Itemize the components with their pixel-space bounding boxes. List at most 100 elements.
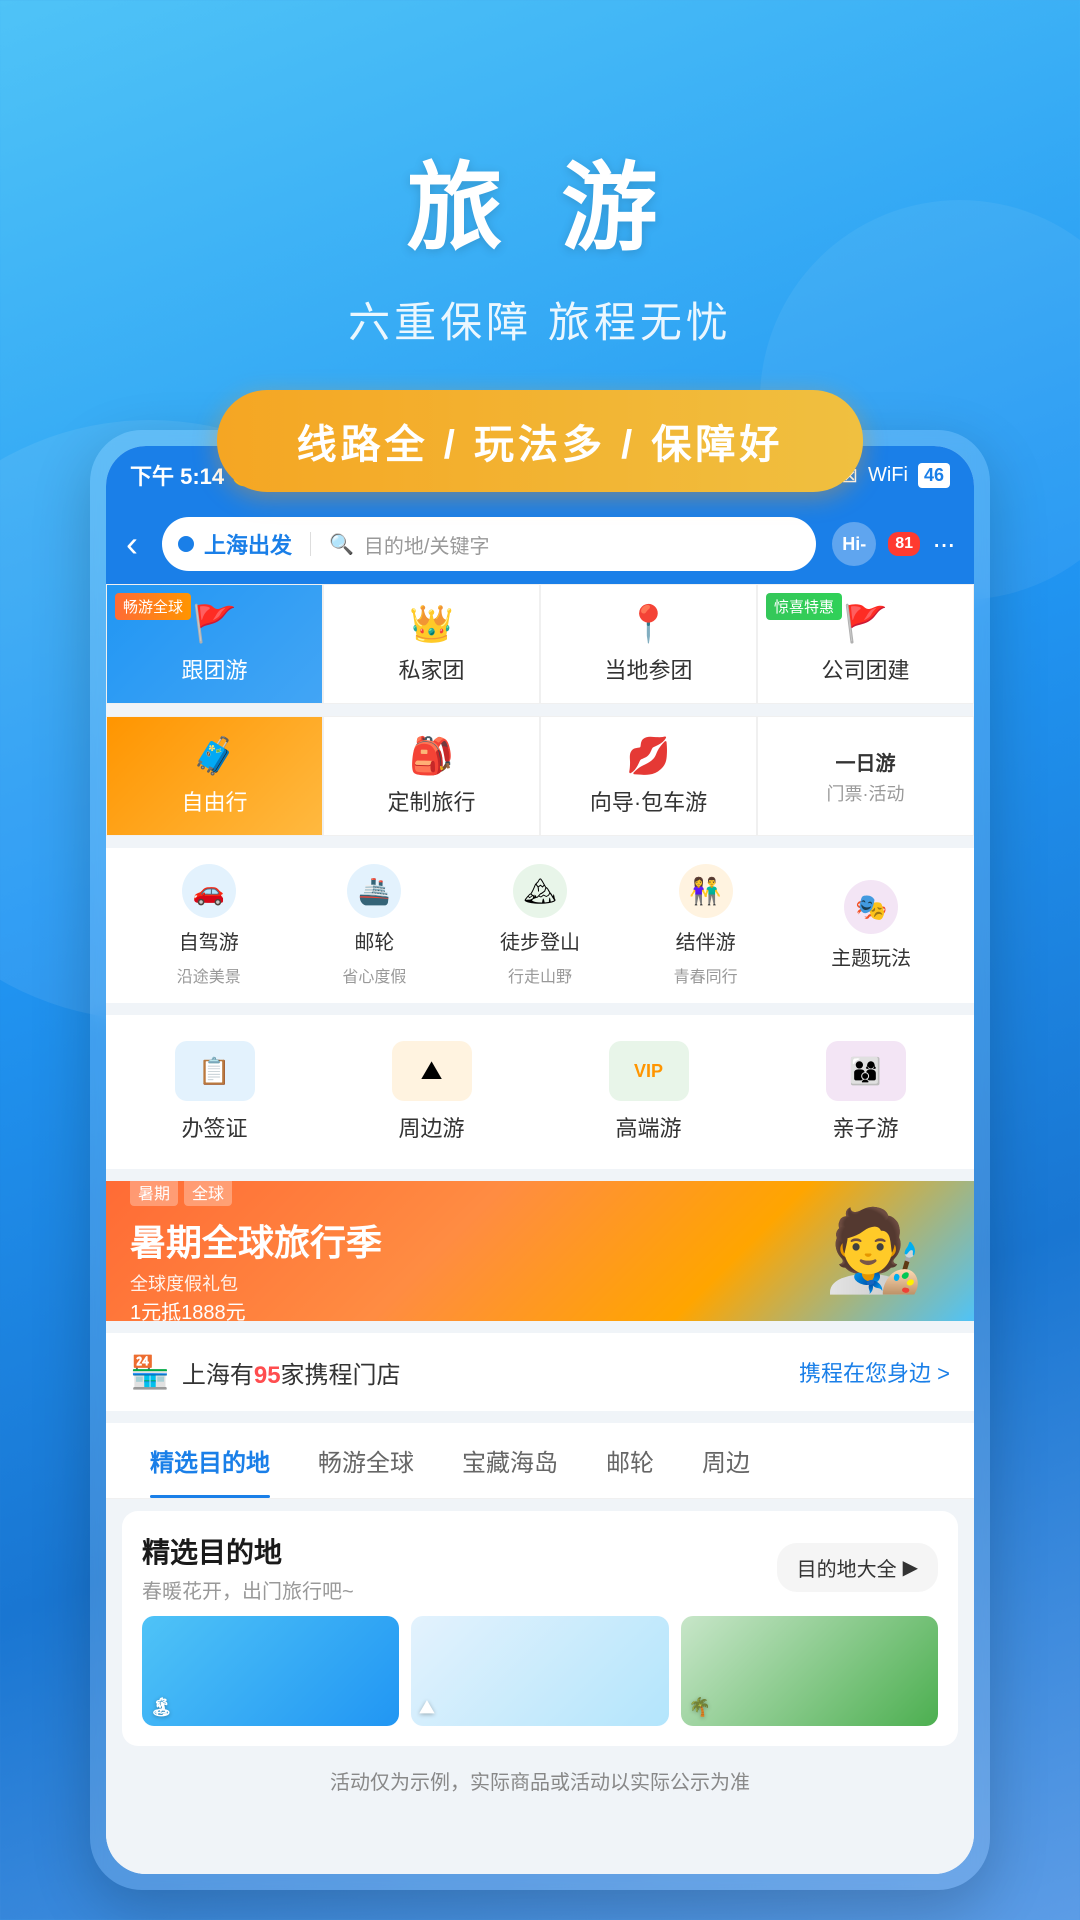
hero-title: 旅 游 [0, 130, 1080, 269]
cat-guide-tour[interactable]: 💋 向导·包车游 [540, 716, 757, 836]
service-row: 📋 办签证 ⛰ 周边游 VIP 高端游 👨‍👩‍👦 亲子游 [106, 1015, 974, 1169]
tab-global[interactable]: 畅游全球 [294, 1423, 438, 1498]
guide-tour-label: 向导·包车游 [590, 785, 707, 817]
tab-island[interactable]: 宝藏海岛 [438, 1423, 582, 1498]
daytrip-label2: 门票·活动 [827, 780, 905, 806]
tab-featured[interactable]: 精选目的地 [126, 1423, 294, 1498]
category-grid-row2: 🧳 自由行 🎒 定制旅行 💋 向导·包车游 一日游 门票·活动 [106, 716, 974, 836]
visa-icon: 📋 [175, 1041, 255, 1101]
avatar-icon[interactable]: Hi- [832, 522, 876, 566]
nearby-icon: ⛰ [392, 1041, 472, 1101]
featured-btn-icon: ▶ [903, 1555, 918, 1580]
hero-badge[interactable]: 线路全 / 玩法多 / 保障好 [217, 390, 864, 492]
tab-nearby[interactable]: 周边 [678, 1423, 774, 1498]
featured-section: 精选目的地 春暖花开，出门旅行吧~ 目的地大全 ▶ 🏝 [122, 1511, 958, 1746]
service-nearby[interactable]: ⛰ 周边游 [323, 1031, 540, 1153]
icon-drive[interactable]: 🚗 自驾游 沿途美景 [126, 864, 292, 987]
dest-card-1[interactable]: 🏝 [142, 1616, 399, 1726]
icon-hike[interactable]: 🏔 徒步登山 行走山野 [457, 864, 623, 987]
icon-row: 🚗 自驾游 沿途美景 🚢 邮轮 省心度假 🏔 徒步登山 行走山野 👫 结伴游 [106, 848, 974, 1003]
search-placeholder: 目的地/关键字 [364, 530, 490, 559]
phone-screen: 下午 5:14 🌙 ⊠ WiFi 46 ‹ 上海出发 🔍 目的地/关键字 Hi- [106, 446, 974, 1874]
featured-header: 精选目的地 春暖花开，出门旅行吧~ 目的地大全 ▶ [142, 1531, 938, 1604]
local-tour-label: 当地参团 [604, 653, 692, 685]
tabs-row: 精选目的地 畅游全球 宝藏海岛 邮轮 周边 [106, 1423, 974, 1499]
store-count: 95 [254, 1362, 281, 1389]
disclaimer: 活动仅为示例，实际商品或活动以实际公示为准 [106, 1746, 974, 1815]
more-button[interactable]: ··· [932, 528, 954, 560]
promo-tag-company: 惊喜特惠 [766, 593, 842, 620]
nav-bar: ‹ 上海出发 🔍 目的地/关键字 Hi- 81 ··· [106, 504, 974, 584]
companion-sublabel: 青春同行 [674, 963, 738, 987]
group-tour-icon: 🚩 [192, 603, 237, 645]
cat-group-tour[interactable]: 畅游全球 🚩 跟团游 [106, 584, 323, 704]
featured-btn-label: 目的地大全 [797, 1553, 897, 1582]
banner-tag-2: 全球 [184, 1181, 232, 1206]
banner-promo: 1元抵1888元 [130, 1296, 382, 1322]
dest-label-3: 🌴 [689, 1697, 711, 1718]
cat-custom-tour[interactable]: 🎒 定制旅行 [323, 716, 540, 836]
store-link-text: 携程在您身边 > [799, 1356, 950, 1388]
main-content[interactable]: 畅游全球 🚩 跟团游 👑 私家团 📍 当地参团 惊喜特惠 🚩 公司团建 [106, 584, 974, 1874]
store-link[interactable]: 携程在您身边 > [799, 1356, 950, 1388]
service-luxury[interactable]: VIP 高端游 [540, 1031, 757, 1153]
theme-icon: 🎭 [844, 880, 898, 934]
service-family[interactable]: 👨‍👩‍👦 亲子游 [757, 1031, 974, 1153]
guide-tour-icon: 💋 [626, 735, 671, 777]
service-visa[interactable]: 📋 办签证 [106, 1031, 323, 1153]
tab-cruise[interactable]: 邮轮 [582, 1423, 678, 1498]
cat-private-tour[interactable]: 👑 私家团 [323, 584, 540, 704]
icon-cruise[interactable]: 🚢 邮轮 省心度假 [292, 864, 458, 987]
search-box[interactable]: 上海出发 🔍 目的地/关键字 [162, 517, 816, 571]
store-icon: 🏪 [130, 1353, 170, 1391]
free-tour-label: 自由行 [181, 785, 247, 817]
banner-text: 暑期 全球 暑期全球旅行季 全球度假礼包 1元抵1888元 [130, 1181, 382, 1321]
cat-company-tour[interactable]: 惊喜特惠 🚩 公司团建 [757, 584, 974, 704]
featured-title: 精选目的地 [142, 1531, 354, 1571]
drive-label: 自驾游 [179, 926, 239, 955]
hike-icon: 🏔 [513, 864, 567, 918]
icon-companion[interactable]: 👫 结伴游 青春同行 [623, 864, 789, 987]
cartoon-icon: 🧑‍🎨 [824, 1204, 924, 1298]
dest-card-3[interactable]: 🌴 [681, 1616, 938, 1726]
dest-card-2[interactable]: ⛰ [411, 1616, 668, 1726]
private-tour-icon: 👑 [409, 603, 454, 645]
cat-daytrip[interactable]: 一日游 门票·活动 [757, 716, 974, 836]
icon-theme[interactable]: 🎭 主题玩法 [788, 880, 954, 971]
search-divider [310, 532, 311, 556]
location-icon [178, 536, 194, 552]
dest-bg-2: ⛰ [411, 1616, 668, 1726]
private-tour-label: 私家团 [398, 653, 464, 685]
dest-bg-3: 🌴 [681, 1616, 938, 1726]
banner-summer[interactable]: 暑期 全球 暑期全球旅行季 全球度假礼包 1元抵1888元 🧑‍🎨 [106, 1181, 974, 1321]
featured-header-left: 精选目的地 春暖花开，出门旅行吧~ [142, 1531, 354, 1604]
custom-tour-label: 定制旅行 [387, 785, 475, 817]
banner-tag-1: 暑期 [130, 1181, 178, 1206]
back-button[interactable]: ‹ [126, 523, 138, 565]
banner-image: 🧑‍🎨 [794, 1191, 954, 1311]
cat-local-tour[interactable]: 📍 当地参团 [540, 584, 757, 704]
cat-free-tour[interactable]: 🧳 自由行 [106, 716, 323, 836]
cruise-sublabel: 省心度假 [342, 963, 406, 987]
free-tour-icon: 🧳 [192, 735, 237, 777]
phone-mockup: 下午 5:14 🌙 ⊠ WiFi 46 ‹ 上海出发 🔍 目的地/关键字 Hi- [90, 430, 990, 1890]
departure-city: 上海出发 [204, 528, 292, 560]
featured-all-btn[interactable]: 目的地大全 ▶ [777, 1543, 938, 1592]
custom-tour-icon: 🎒 [409, 735, 454, 777]
banner-subtitle: 全球度假礼包 [130, 1270, 382, 1296]
company-tour-label: 公司团建 [821, 653, 909, 685]
company-tour-icon: 🚩 [843, 603, 888, 645]
dest-bg-1: 🏝 [142, 1616, 399, 1726]
notification-badge[interactable]: 81 [888, 532, 920, 556]
cruise-icon: 🚢 [347, 864, 401, 918]
dest-label-1: 🏝 [150, 1697, 173, 1718]
cruise-label: 邮轮 [354, 926, 394, 955]
store-left: 🏪 上海有95家携程门店 [130, 1353, 401, 1391]
family-label: 亲子游 [832, 1111, 898, 1143]
group-tour-label: 跟团游 [181, 653, 247, 685]
featured-subtitle: 春暖花开，出门旅行吧~ [142, 1575, 354, 1604]
search-icon: 🔍 [329, 532, 354, 557]
local-tour-icon: 📍 [626, 603, 671, 645]
hi-badge: Hi- [842, 534, 866, 555]
hike-sublabel: 行走山野 [508, 963, 572, 987]
